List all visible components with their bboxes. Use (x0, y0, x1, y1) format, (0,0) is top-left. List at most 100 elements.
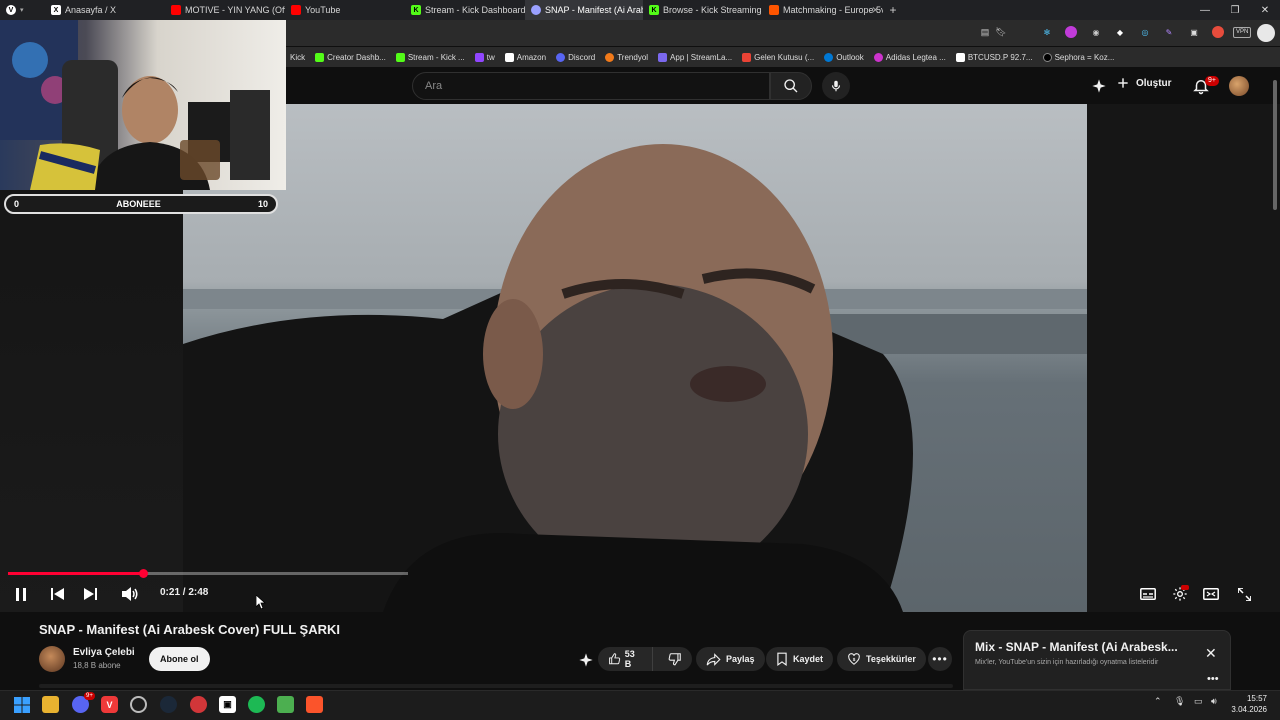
hd-badge-icon (1181, 585, 1189, 590)
minimize-icon[interactable]: — (1190, 0, 1220, 20)
mix-title: Mix - SNAP - Manifest (Ai Arabesk... (975, 640, 1178, 654)
search-icon (784, 79, 798, 93)
speaker-icon[interactable]: 🔊︎ (1211, 696, 1217, 707)
extension-icon[interactable] (1065, 26, 1077, 38)
faceit-icon (769, 5, 779, 15)
search-button[interactable] (770, 72, 812, 100)
channel-name[interactable]: Evliya Çelebi (73, 647, 135, 658)
volume-icon (121, 587, 137, 601)
bookmark-item[interactable]: App | StreamLa... (658, 52, 732, 62)
obs-icon[interactable] (130, 696, 147, 713)
brave-icon[interactable] (306, 696, 323, 713)
extension-icon[interactable] (1212, 26, 1224, 38)
app-icon[interactable]: ▣ (219, 696, 236, 713)
ai-sparkle-icon[interactable] (1091, 78, 1107, 94)
mix-playlist-panel[interactable]: Mix - SNAP - Manifest (Ai Arabesk... Mix… (963, 630, 1231, 690)
ai-sparkle-icon[interactable] (578, 652, 594, 668)
file-explorer-icon[interactable] (42, 696, 59, 713)
microphone-tray-icon[interactable]: 🎙︎ (1174, 696, 1185, 707)
settings-button[interactable] (1170, 585, 1190, 603)
close-icon[interactable]: ✕ (1205, 645, 1217, 662)
windows-start-icon[interactable] (13, 696, 30, 713)
bookmark-icon[interactable]: 🔖︎ (995, 26, 1007, 38)
video-frame[interactable] (183, 104, 1087, 612)
notification-badge: 9+ (1205, 76, 1219, 86)
extension-icon[interactable]: ✎ (1163, 26, 1175, 38)
bookmark-item[interactable]: Adidas Legtea ... (873, 52, 946, 62)
save-button[interactable]: Kaydet (766, 647, 834, 671)
theater-mode-button[interactable] (1202, 585, 1220, 603)
system-clock[interactable]: 15:57 3.04.2026 (1229, 693, 1267, 715)
translate-extension-icon[interactable]: ✻ (1041, 26, 1053, 38)
voice-search-button[interactable] (822, 72, 850, 100)
dislike-button[interactable] (658, 647, 692, 671)
profile-avatar[interactable] (1257, 24, 1275, 42)
thanks-button[interactable]: $ Teşekkürler (837, 647, 926, 671)
account-avatar[interactable] (1229, 76, 1249, 96)
extension-icon[interactable]: ◎ (1139, 26, 1151, 38)
twitch-icon (474, 52, 484, 62)
volume-button[interactable] (121, 585, 139, 603)
bookmark-item[interactable]: Kick (290, 53, 305, 62)
app-icon[interactable] (190, 696, 207, 713)
more-actions-button[interactable]: ••• (928, 647, 952, 671)
search-input[interactable] (413, 73, 769, 99)
more-horizontal-icon: ••• (932, 652, 948, 666)
share-button[interactable]: Paylaş (696, 647, 765, 671)
outlook-icon (824, 52, 834, 62)
tab-5[interactable]: K Browse - Kick Streaming (643, 0, 763, 20)
bookmark-item[interactable]: Gelen Kutusu (... (742, 52, 814, 62)
page-scrollbar[interactable] (1273, 80, 1277, 210)
bookmark-item[interactable]: Outlook (824, 52, 864, 62)
bookmark-item[interactable]: Discord (556, 52, 595, 62)
tab-2[interactable]: YouTube (285, 0, 405, 20)
next-button[interactable] (82, 585, 98, 603)
channel-avatar[interactable] (39, 646, 65, 672)
vpn-button[interactable]: VPN (1233, 27, 1252, 38)
tab-4-active[interactable]: SNAP - Manifest (Ai Arabe (525, 0, 643, 20)
tab-1[interactable]: MOTIVE - YIN YANG (Offici (165, 0, 285, 20)
window-controls: — ❐ ✕ (1190, 0, 1280, 20)
vivaldi-icon[interactable]: V (101, 696, 118, 713)
chevron-up-icon[interactable]: ⌃ (1154, 696, 1162, 707)
subtitles-button[interactable] (1139, 585, 1157, 603)
thanks-heart-icon: $ (848, 653, 860, 665)
more-horizontal-icon[interactable]: ••• (1207, 673, 1219, 685)
extension-icon[interactable]: ◆ (1114, 26, 1126, 38)
tradingview-icon (955, 52, 965, 62)
new-tab-button[interactable]: + (883, 3, 903, 17)
extension-icon[interactable]: ◉ (1090, 26, 1102, 38)
bookmark-item[interactable]: Trendyol (605, 52, 648, 62)
bookmark-label: tw (486, 52, 495, 62)
network-icon[interactable]: ▭ (1194, 696, 1203, 707)
previous-button[interactable] (50, 585, 66, 603)
bookmark-item[interactable]: BTCUSD.P 92.7... (955, 52, 1033, 62)
spotify-icon[interactable] (248, 696, 265, 713)
like-button[interactable]: 53 B (598, 647, 653, 671)
bookmark-item[interactable]: Stream - Kick ... (395, 52, 465, 62)
bookmark-item[interactable]: Creator Dashb... (315, 52, 386, 62)
close-window-icon[interactable]: ✕ (1250, 0, 1280, 20)
subscribe-button[interactable]: Abone ol (149, 647, 210, 671)
steam-icon[interactable] (160, 696, 177, 713)
gmail-icon (742, 52, 752, 62)
bookmark-label: Kick (290, 52, 306, 62)
thumbs-up-icon (609, 653, 621, 665)
tab-3[interactable]: K Stream - Kick Dashboard (405, 0, 525, 20)
app-icon[interactable] (277, 696, 294, 713)
pause-button[interactable] (13, 585, 29, 603)
progress-scrubber[interactable] (139, 569, 148, 578)
extension-icon[interactable]: ▣ (1188, 26, 1200, 38)
bookmark-item[interactable]: tw (474, 52, 495, 62)
reader-view-icon[interactable]: ▤ (979, 26, 991, 38)
fullscreen-button[interactable] (1235, 585, 1253, 603)
browser-tab-strip: V ▾ X Anasayfa / X MOTIVE - YIN YANG (Of… (0, 0, 1280, 20)
create-button[interactable]: Oluştur (1116, 76, 1172, 90)
restore-icon[interactable]: ❐ (1220, 0, 1250, 20)
close-tab-icon[interactable]: ✕ (871, 5, 879, 16)
bookmark-item[interactable]: Amazon (504, 52, 546, 62)
bookmark-item[interactable]: Sephora = Koz... (1042, 52, 1114, 62)
tab-0[interactable]: X Anasayfa / X (45, 0, 165, 20)
vivaldi-menu-button[interactable]: V ▾ (0, 0, 45, 20)
tab-6[interactable]: Matchmaking - Europe 5v5 ✕ (763, 0, 883, 20)
